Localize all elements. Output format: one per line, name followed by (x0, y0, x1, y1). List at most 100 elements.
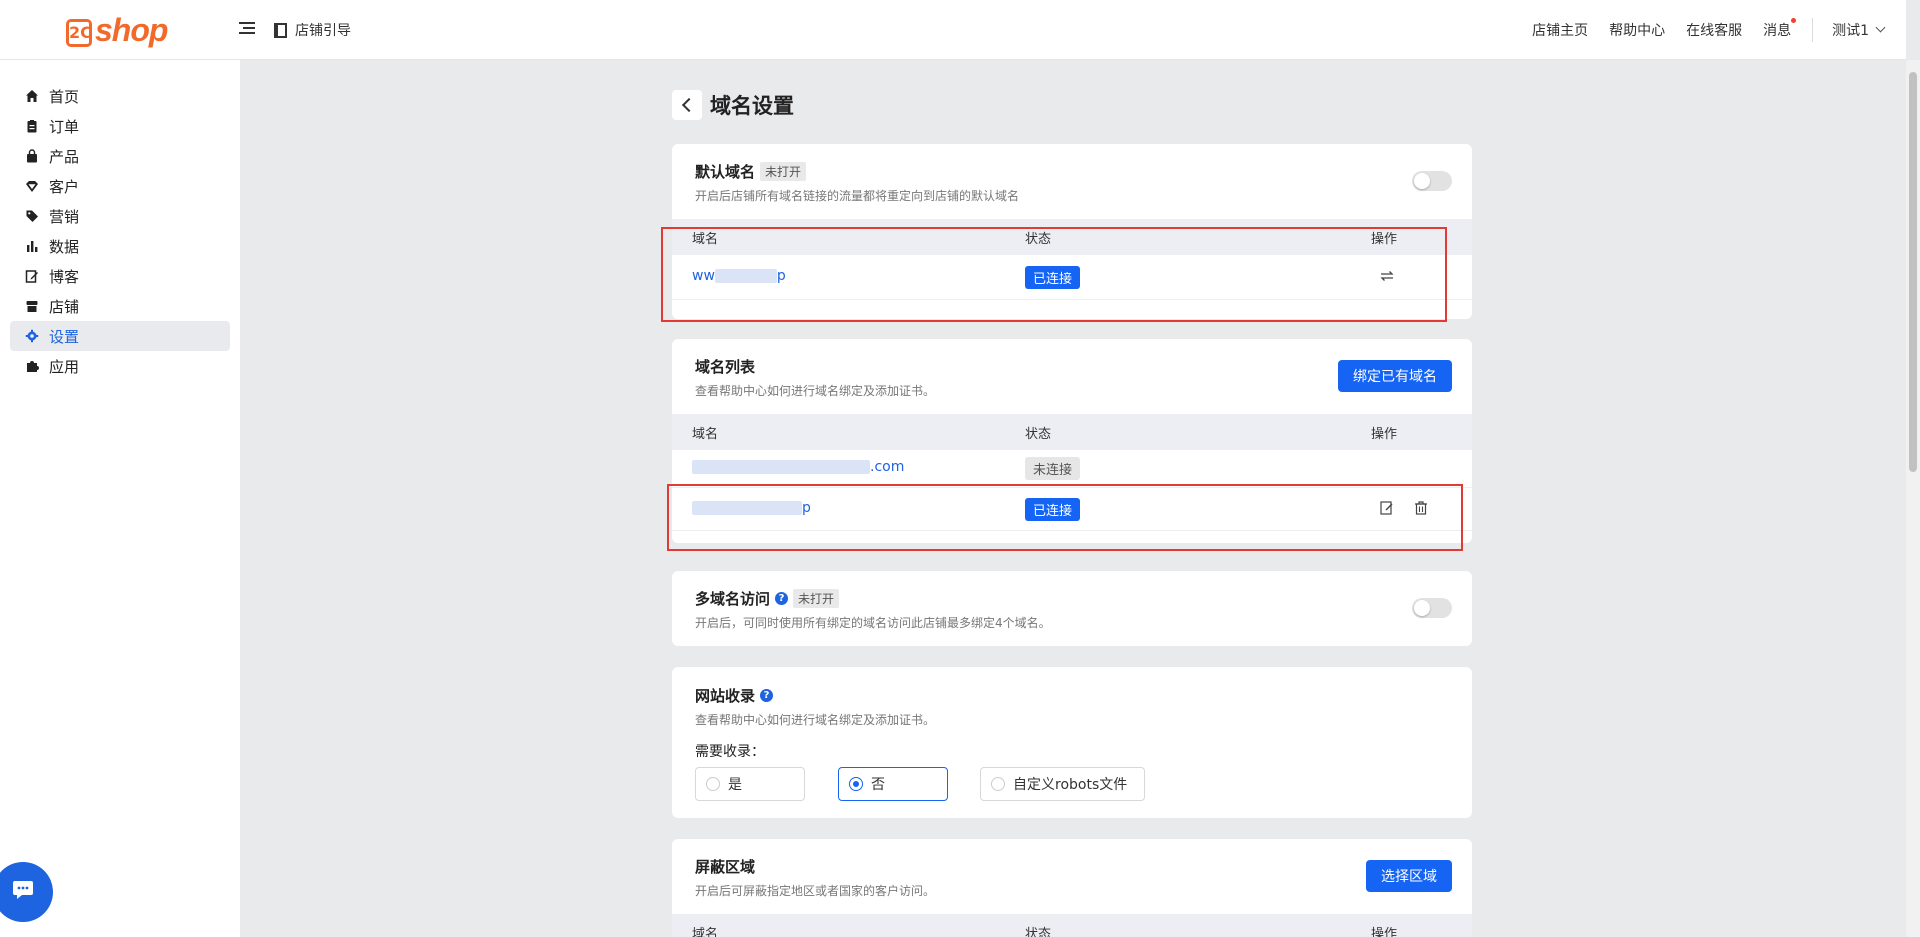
sidebar-item-label: 产品 (49, 147, 80, 166)
column-header-status: 状态 (1025, 232, 1052, 247)
sidebar-item-label: 营销 (49, 207, 80, 226)
domain-link[interactable]: p (692, 500, 811, 516)
default-domain-title-text: 默认域名 (695, 163, 756, 181)
sidebar-item-marketing[interactable]: 营销 (10, 201, 230, 231)
domain-list-desc: 查看帮助中心如何进行域名绑定及添加证书。 (695, 384, 936, 398)
store-icon (25, 299, 39, 313)
radio-no[interactable]: 否 (838, 767, 948, 801)
gear-icon (25, 329, 39, 343)
domain-prefix: ww (692, 268, 715, 284)
messages-label: 消息 (1763, 23, 1792, 39)
user-name: 测试1 (1832, 23, 1869, 39)
domain-suffix: .com (870, 459, 905, 475)
radio-custom-robots[interactable]: 自定义robots文件 (980, 767, 1145, 801)
sidebar-item-settings[interactable]: 设置 (10, 321, 230, 351)
site-indexing-title-text: 网站收录 (695, 687, 756, 705)
column-header-status: 状态 (1025, 427, 1052, 442)
radio-circle (706, 777, 720, 791)
domain-link[interactable]: .com (692, 459, 904, 475)
bind-existing-domain-button[interactable]: 绑定已有域名 (1338, 360, 1452, 392)
unread-dot (1791, 18, 1797, 23)
redacted-domain (692, 460, 870, 474)
sidebar-item-orders[interactable]: 订单 (10, 111, 230, 141)
site-indexing-card: 网站收录 ? 查看帮助中心如何进行域名绑定及添加证书。 需要收录： 是 否 自定… (672, 667, 1472, 818)
multi-domain-toggle[interactable] (1412, 598, 1452, 618)
radio-circle (991, 777, 1005, 791)
header-divider (1812, 18, 1814, 42)
radio-yes[interactable]: 是 (695, 767, 805, 801)
home-icon (25, 89, 39, 103)
edit-icon (25, 269, 39, 283)
diamond-icon (25, 179, 39, 193)
sidebar-item-data[interactable]: 数据 (10, 231, 230, 261)
table-row: .com 未连接 (672, 450, 1472, 488)
sidebar-item-apps[interactable]: 应用 (10, 351, 230, 381)
sidebar-item-label: 订单 (49, 117, 80, 136)
status-badge: 已连接 (1025, 266, 1081, 289)
sidebar-item-home[interactable]: 首页 (10, 81, 230, 111)
bar-chart-icon (25, 239, 39, 253)
site-indexing-desc: 查看帮助中心如何进行域名绑定及添加证书。 (695, 713, 936, 727)
online-support-link[interactable]: 在线客服 (1686, 20, 1742, 40)
bag-icon (25, 149, 39, 163)
scrollbar-thumb[interactable] (1909, 72, 1917, 472)
store-home-link[interactable]: 店铺主页 (1532, 20, 1588, 40)
messages-link[interactable]: 消息 (1763, 18, 1797, 40)
default-domain-card: 默认域名 未打开 开启后店铺所有域名链接的流量都将重定向到店铺的默认域名 域名 … (672, 144, 1472, 319)
help-icon[interactable]: ? (760, 689, 774, 702)
logo-mark-box: 2C (66, 19, 92, 47)
table-header: 域名 状态 操作 (672, 219, 1472, 255)
trash-icon[interactable] (1413, 500, 1429, 516)
default-domain-title: 默认域名 未打开 (695, 161, 807, 182)
logo-text: shop (95, 11, 168, 48)
logo[interactable]: 2C shop (66, 10, 168, 50)
column-header-actions: 操作 (1371, 927, 1398, 937)
back-button[interactable] (672, 90, 702, 120)
status-badge: 未连接 (1025, 457, 1081, 480)
block-region-desc: 开启后可屏蔽指定地区或者国家的客户访问。 (695, 884, 936, 898)
edit-icon[interactable] (1379, 500, 1395, 516)
store-guide-label: 店铺引导 (295, 23, 351, 39)
chevron-down-icon (1875, 22, 1886, 32)
table-row: p 已连接 (672, 488, 1472, 531)
radio-yes-label: 是 (728, 777, 742, 793)
book-icon (274, 22, 287, 38)
sidebar-item-label: 设置 (49, 327, 80, 346)
help-center-link[interactable]: 帮助中心 (1609, 20, 1665, 40)
sidebar-item-store[interactable]: 店铺 (10, 291, 230, 321)
domain-link[interactable]: ww p (692, 268, 786, 284)
help-icon[interactable]: ? (775, 592, 789, 605)
table-row: ww p 已连接 (672, 255, 1472, 300)
table-header: 域名 状态 操作 (672, 414, 1472, 450)
radio-no-label: 否 (871, 777, 885, 793)
sidebar-item-label: 博客 (49, 267, 80, 286)
chat-icon (12, 880, 34, 904)
sidebar-item-products[interactable]: 产品 (10, 141, 230, 171)
select-region-button[interactable]: 选择区域 (1366, 860, 1452, 892)
sidebar-item-customers[interactable]: 客户 (10, 171, 230, 201)
column-header-status: 状态 (1025, 927, 1052, 937)
domain-list-title: 域名列表 (695, 358, 756, 376)
sidebar-item-label: 数据 (49, 237, 80, 256)
site-indexing-title: 网站收录 ? (695, 685, 774, 706)
multi-domain-desc: 开启后，可同时使用所有绑定的域名访问此店铺最多绑定4个域名。 (695, 616, 1051, 630)
domain-suffix: p (802, 500, 811, 516)
table-header: 域名 状态 操作 (672, 914, 1472, 937)
status-tag: 未打开 (793, 589, 840, 608)
redacted-domain (714, 269, 777, 283)
sidebar-item-label: 店铺 (49, 297, 80, 316)
multi-domain-card: 多域名访问 ? 未打开 开启后，可同时使用所有绑定的域名访问此店铺最多绑定4个域… (672, 571, 1472, 646)
store-guide-link[interactable]: 店铺引导 (274, 20, 351, 40)
switch-icon[interactable] (1379, 268, 1395, 284)
default-domain-toggle[interactable] (1412, 171, 1452, 191)
multi-domain-title: 多域名访问 ? 未打开 (695, 588, 840, 609)
default-domain-desc: 开启后店铺所有域名链接的流量都将重定向到店铺的默认域名 (695, 189, 1020, 203)
puzzle-icon (25, 359, 39, 373)
column-header-domain: 域名 (692, 427, 719, 442)
user-menu[interactable]: 测试1 (1832, 20, 1886, 40)
sidebar: 首页 订单 产品 客户 营销 数据 博客 店铺 设置 应用 (0, 60, 240, 937)
menu-toggle-icon[interactable] (239, 19, 255, 39)
column-header-domain: 域名 (692, 927, 719, 937)
sidebar-item-blog[interactable]: 博客 (10, 261, 230, 291)
sidebar-item-label: 客户 (49, 177, 80, 196)
